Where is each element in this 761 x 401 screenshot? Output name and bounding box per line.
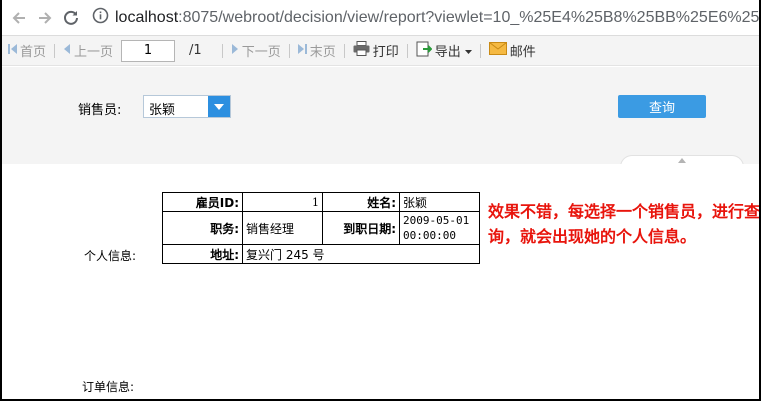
name-value: 张颖 xyxy=(399,192,480,212)
last-page-button[interactable]: 末页 xyxy=(297,36,336,66)
table-row: 地址: 复兴门 245 号 xyxy=(162,244,480,264)
query-button[interactable]: 查询 xyxy=(618,95,706,118)
salesperson-label: 销售员: xyxy=(78,103,122,118)
url-text[interactable]: localhost:8075/webroot/decision/view/rep… xyxy=(115,9,759,27)
export-icon xyxy=(416,41,433,61)
hire-date-header: 到职日期: xyxy=(322,211,400,245)
parameter-panel: 销售员: 张颖 查询 xyxy=(2,67,759,167)
printer-icon xyxy=(353,41,370,60)
hire-date-line-1: 2009-05-01 xyxy=(403,214,470,227)
title-value: 销售经理 xyxy=(242,211,323,245)
prev-page-label: 上一页 xyxy=(74,45,114,60)
mail-label: 邮件 xyxy=(509,45,536,60)
toolbar-divider xyxy=(343,43,345,58)
toolbar-divider xyxy=(406,43,408,58)
personal-info-label: 个人信息: xyxy=(84,249,137,263)
export-button[interactable]: 导出 xyxy=(416,36,472,66)
first-page-label: 首页 xyxy=(20,45,47,60)
collapse-up-icon xyxy=(678,158,686,163)
browser-toolbar: localhost:8075/webroot/decision/view/rep… xyxy=(2,0,759,36)
prev-page-icon xyxy=(63,43,71,59)
toolbar-divider xyxy=(479,43,481,58)
window-frame: localhost:8075/webroot/decision/view/rep… xyxy=(0,0,761,401)
next-page-button[interactable]: 下一页 xyxy=(231,36,281,66)
report-body: 个人信息: 雇员ID: 1 姓名: 张颖 职务: 销售经理 到职日期: 2009… xyxy=(2,164,761,399)
last-page-icon xyxy=(297,43,307,59)
hire-date-value: 2009-05-01 00:00:00 xyxy=(399,211,480,245)
toolbar-divider xyxy=(54,43,56,58)
print-button[interactable]: 打印 xyxy=(353,36,399,66)
employee-id-value: 1 xyxy=(242,192,323,212)
address-value: 复兴门 245 号 xyxy=(242,244,480,264)
hire-date-line-2: 00:00:00 xyxy=(403,229,456,242)
forward-arrow-icon[interactable] xyxy=(36,7,54,29)
title-header: 职务: xyxy=(162,211,243,245)
first-page-button[interactable]: 首页 xyxy=(8,36,46,66)
reload-icon[interactable] xyxy=(62,7,80,29)
next-page-label: 下一页 xyxy=(241,45,281,60)
back-arrow-icon[interactable] xyxy=(10,7,28,29)
table-row: 职务: 销售经理 到职日期: 2009-05-01 00:00:00 xyxy=(162,211,480,245)
annotation-text: 效果不错，每选择一个销售员，进行查询，就会出现她的个人信息。 xyxy=(488,202,761,246)
caret-down-icon xyxy=(464,43,472,58)
toolbar-divider xyxy=(221,43,223,58)
page-number-input[interactable]: 1 xyxy=(121,39,176,62)
address-header: 地址: xyxy=(162,244,243,264)
last-page-label: 末页 xyxy=(309,45,336,60)
address-bar[interactable]: localhost:8075/webroot/decision/view/rep… xyxy=(92,5,759,31)
mail-icon xyxy=(488,42,507,59)
salesperson-value: 张颖 xyxy=(149,103,176,118)
salesperson-select[interactable]: 张颖 xyxy=(143,95,231,118)
report-toolbar: 首页 上一页 1 /1 下一页 末页 打印 导出 邮件 xyxy=(2,36,759,66)
dropdown-arrow-icon[interactable] xyxy=(208,96,230,117)
next-page-icon xyxy=(231,43,239,59)
toolbar-divider xyxy=(288,43,290,58)
page-total: /1 xyxy=(189,43,202,58)
prev-page-button[interactable]: 上一页 xyxy=(63,36,113,66)
mail-button[interactable]: 邮件 xyxy=(488,36,536,66)
export-label: 导出 xyxy=(434,45,461,60)
first-page-icon xyxy=(8,43,17,59)
employee-id-header: 雇员ID: xyxy=(162,192,243,212)
print-label: 打印 xyxy=(372,45,399,60)
table-row: 雇员ID: 1 姓名: 张颖 xyxy=(162,192,480,212)
employee-info-table: 雇员ID: 1 姓名: 张颖 职务: 销售经理 到职日期: 2009-05-01… xyxy=(162,192,480,264)
name-header: 姓名: xyxy=(322,192,400,212)
order-info-label: 订单信息: xyxy=(82,380,135,394)
info-icon[interactable] xyxy=(92,7,109,28)
